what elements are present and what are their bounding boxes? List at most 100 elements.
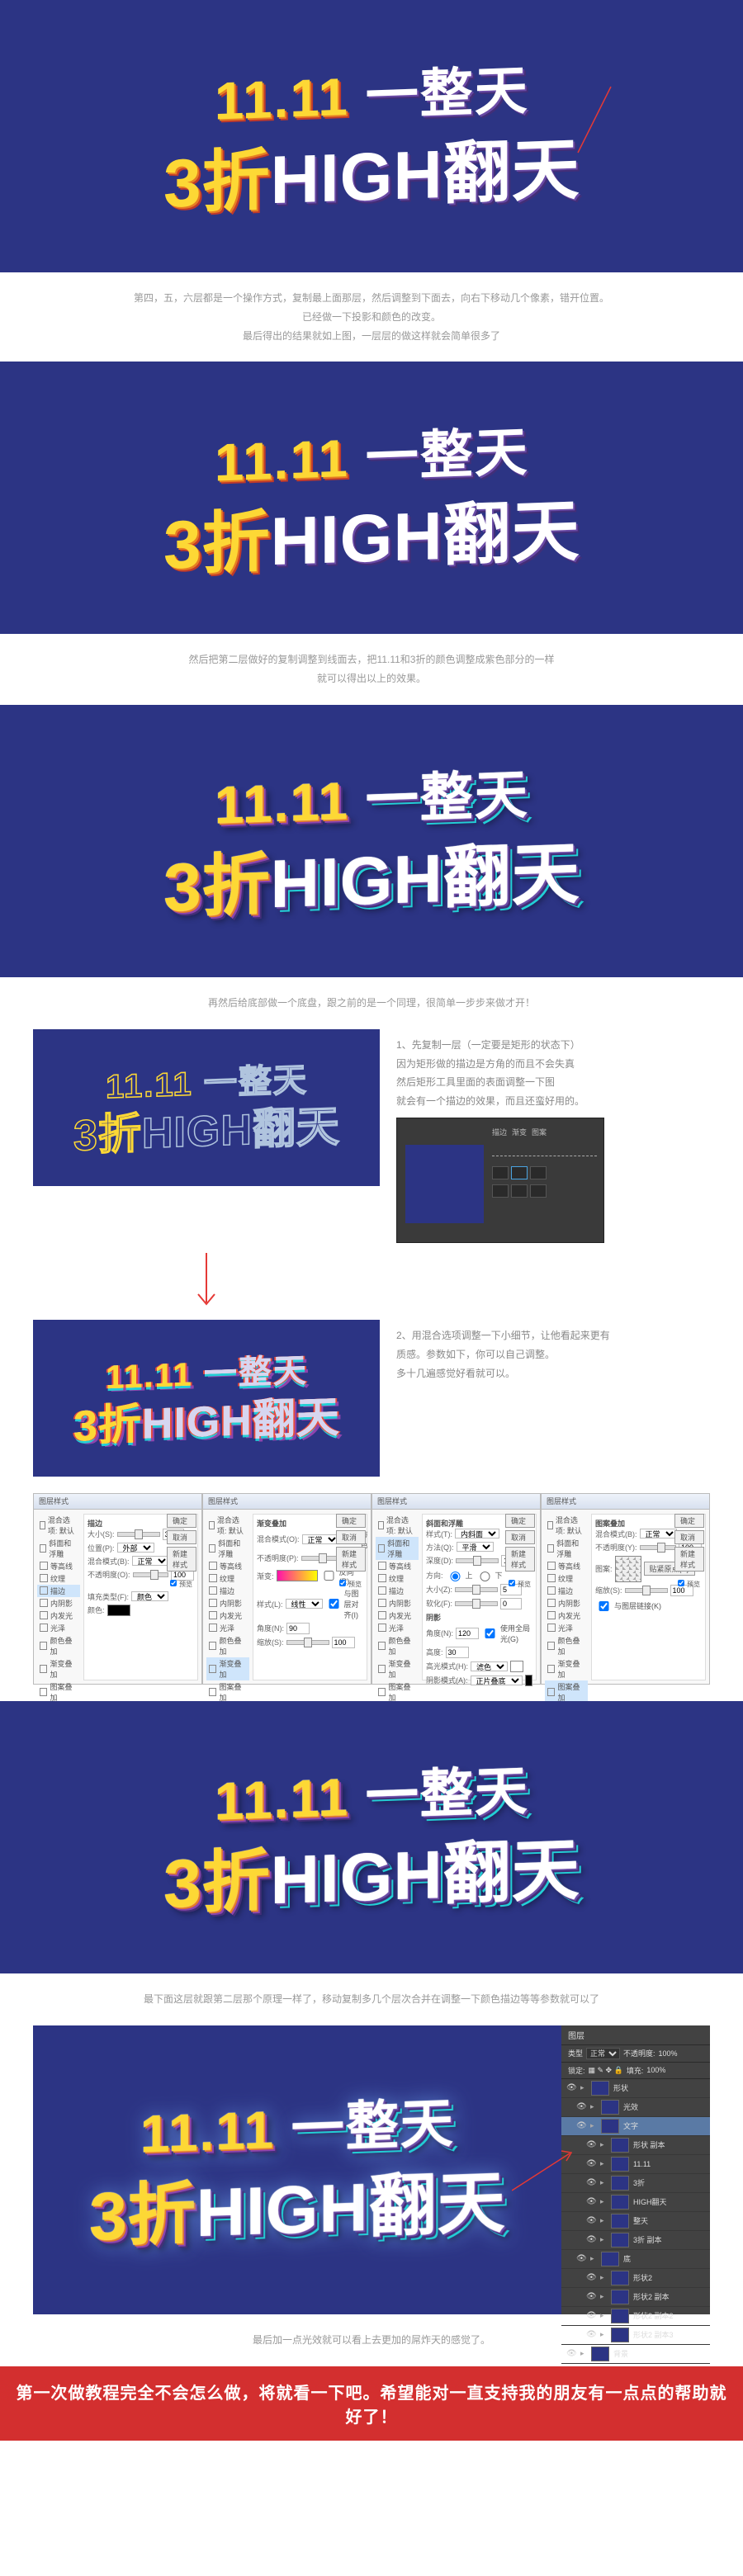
ok-button[interactable]: 确定 <box>505 1514 535 1528</box>
style-option[interactable]: 图案叠加 <box>37 1680 80 1704</box>
layers-panel[interactable]: 图层 类型 正常 不透明度: 100% 锁定: ▦ ✎ ✥ 🔒 填充: 100%… <box>561 2025 710 2314</box>
style-option[interactable]: 内阴影 <box>206 1597 249 1609</box>
style-option[interactable]: 斜面和浮雕 <box>376 1537 419 1560</box>
visibility-icon[interactable]: 👁 <box>566 2350 576 2358</box>
style-option[interactable]: 描边 <box>37 1585 80 1597</box>
style-option[interactable]: 混合选项: 默认 <box>206 1514 249 1537</box>
visibility-icon[interactable]: 👁 <box>586 2331 596 2339</box>
blend-mode-select[interactable]: 正常 <box>586 2048 620 2059</box>
style-option[interactable]: 等高线 <box>545 1560 588 1572</box>
tab-gradient[interactable]: 渐变 <box>512 1127 527 1137</box>
style-option[interactable]: 描边 <box>206 1585 249 1597</box>
layer-row[interactable]: 👁▸光效 <box>561 2098 710 2117</box>
visibility-icon[interactable]: 👁 <box>586 2160 596 2168</box>
style-option[interactable]: 纹理 <box>37 1572 80 1585</box>
layer-row[interactable]: 👁▸文字 <box>561 2117 710 2136</box>
style-option[interactable]: 颜色叠加 <box>545 1634 588 1657</box>
cancel-button[interactable]: 取消 <box>674 1530 704 1544</box>
stroke-options-panel[interactable]: 描边 渐变 图案 <box>396 1118 604 1243</box>
visibility-icon[interactable]: 👁 <box>586 2141 596 2149</box>
lock-icons[interactable]: ▦ ✎ ✥ 🔒 <box>589 2066 623 2075</box>
layer-row[interactable]: 👁▸背景 <box>561 2345 710 2364</box>
style-option[interactable]: 渐变叠加 <box>545 1657 588 1680</box>
style-option[interactable]: 内发光 <box>545 1609 588 1622</box>
style-option[interactable]: 等高线 <box>37 1560 80 1572</box>
style-option[interactable]: 斜面和浮雕 <box>545 1537 588 1560</box>
visibility-icon[interactable]: 👁 <box>586 2217 596 2225</box>
new-style-button[interactable]: 新建样式 <box>505 1547 535 1572</box>
layer-row[interactable]: 👁▸形状2 副本 <box>561 2288 710 2307</box>
dialog-stroke[interactable]: 图层样式混合选项: 默认斜面和浮雕等高线纹理描边内阴影内发光光泽颜色叠加渐变叠加… <box>33 1493 202 1685</box>
visibility-icon[interactable]: 👁 <box>566 2084 576 2092</box>
stroke-cap-options[interactable] <box>492 1184 597 1198</box>
layer-row[interactable]: 👁▸形状 副本 <box>561 2136 710 2155</box>
ok-button[interactable]: 确定 <box>674 1514 704 1528</box>
new-style-button[interactable]: 新建样式 <box>674 1547 704 1572</box>
tab-stroke[interactable]: 描边 <box>492 1127 507 1137</box>
style-option[interactable]: 混合选项: 默认 <box>37 1514 80 1537</box>
style-option[interactable]: 光泽 <box>545 1622 588 1634</box>
ok-button[interactable]: 确定 <box>167 1514 196 1528</box>
layer-row[interactable]: 👁▸形状2 <box>561 2269 710 2288</box>
style-option[interactable]: 纹理 <box>545 1572 588 1585</box>
style-option[interactable]: 内阴影 <box>545 1597 588 1609</box>
style-option[interactable]: 混合选项: 默认 <box>545 1514 588 1537</box>
layer-row[interactable]: 👁▸底 <box>561 2250 710 2269</box>
style-option[interactable]: 内发光 <box>37 1609 80 1622</box>
stroke-align-options[interactable] <box>492 1166 597 1179</box>
style-option[interactable]: 渐变叠加 <box>376 1657 419 1680</box>
tab-pattern[interactable]: 图案 <box>532 1127 547 1137</box>
visibility-icon[interactable]: 👁 <box>576 2103 586 2111</box>
style-option[interactable]: 混合选项: 默认 <box>376 1514 419 1537</box>
style-option[interactable]: 内阴影 <box>37 1597 80 1609</box>
cancel-button[interactable]: 取消 <box>505 1530 535 1544</box>
style-option[interactable]: 纹理 <box>376 1572 419 1585</box>
visibility-icon[interactable]: 👁 <box>586 2236 596 2244</box>
visibility-icon[interactable]: 👁 <box>576 2122 586 2130</box>
cancel-button[interactable]: 取消 <box>336 1530 366 1544</box>
visibility-icon[interactable]: 👁 <box>586 2293 596 2301</box>
layer-row[interactable]: 👁▸HIGH翻天 <box>561 2193 710 2212</box>
layer-row[interactable]: 👁▸形状2 副本2 <box>561 2307 710 2326</box>
style-option[interactable]: 颜色叠加 <box>376 1634 419 1657</box>
style-option[interactable]: 描边 <box>376 1585 419 1597</box>
style-option[interactable]: 光泽 <box>376 1622 419 1634</box>
style-option[interactable]: 斜面和浮雕 <box>206 1537 249 1560</box>
cancel-button[interactable]: 取消 <box>167 1530 196 1544</box>
visibility-icon[interactable]: 👁 <box>576 2255 586 2263</box>
layer-row[interactable]: 👁▸形状 <box>561 2079 710 2098</box>
style-option[interactable]: 颜色叠加 <box>37 1634 80 1657</box>
layer-row[interactable]: 👁▸3折 <box>561 2174 710 2193</box>
style-option[interactable]: 内发光 <box>376 1609 419 1622</box>
visibility-icon[interactable]: 👁 <box>586 2198 596 2206</box>
layer-thumb <box>601 2100 619 2115</box>
layer-row[interactable]: 👁▸整天 <box>561 2212 710 2231</box>
style-option[interactable]: 图案叠加 <box>206 1680 249 1704</box>
dialog-gradient-overlay[interactable]: 图层样式混合选项: 默认斜面和浮雕等高线纹理描边内阴影内发光光泽颜色叠加渐变叠加… <box>202 1493 372 1685</box>
style-option[interactable]: 内阴影 <box>376 1597 419 1609</box>
layer-row[interactable]: 👁▸3折 副本 <box>561 2231 710 2250</box>
style-option[interactable]: 内发光 <box>206 1609 249 1622</box>
new-style-button[interactable]: 新建样式 <box>167 1547 196 1572</box>
style-option[interactable]: 渐变叠加 <box>206 1657 249 1680</box>
style-option[interactable]: 描边 <box>545 1585 588 1597</box>
ok-button[interactable]: 确定 <box>336 1514 366 1528</box>
layer-row[interactable]: 👁▸11.11 <box>561 2155 710 2174</box>
style-option[interactable]: 图案叠加 <box>376 1680 419 1704</box>
new-style-button[interactable]: 新建样式 <box>336 1547 366 1572</box>
style-option[interactable]: 图案叠加 <box>545 1680 588 1704</box>
style-option[interactable]: 光泽 <box>206 1622 249 1634</box>
style-option[interactable]: 等高线 <box>206 1560 249 1572</box>
style-option[interactable]: 颜色叠加 <box>206 1634 249 1657</box>
style-option[interactable]: 等高线 <box>376 1560 419 1572</box>
style-option[interactable]: 纹理 <box>206 1572 249 1585</box>
style-option[interactable]: 光泽 <box>37 1622 80 1634</box>
visibility-icon[interactable]: 👁 <box>586 2179 596 2187</box>
visibility-icon[interactable]: 👁 <box>586 2312 596 2320</box>
style-option[interactable]: 斜面和浮雕 <box>37 1537 80 1560</box>
style-option[interactable]: 渐变叠加 <box>37 1657 80 1680</box>
dialog-bevel-emboss[interactable]: 图层样式混合选项: 默认斜面和浮雕等高线纹理描边内阴影内发光光泽颜色叠加渐变叠加… <box>372 1493 541 1685</box>
layer-row[interactable]: 👁▸形状2 副本3 <box>561 2326 710 2345</box>
dialog-pattern-overlay[interactable]: 图层样式混合选项: 默认斜面和浮雕等高线纹理描边内阴影内发光光泽颜色叠加渐变叠加… <box>541 1493 710 1685</box>
visibility-icon[interactable]: 👁 <box>586 2274 596 2282</box>
